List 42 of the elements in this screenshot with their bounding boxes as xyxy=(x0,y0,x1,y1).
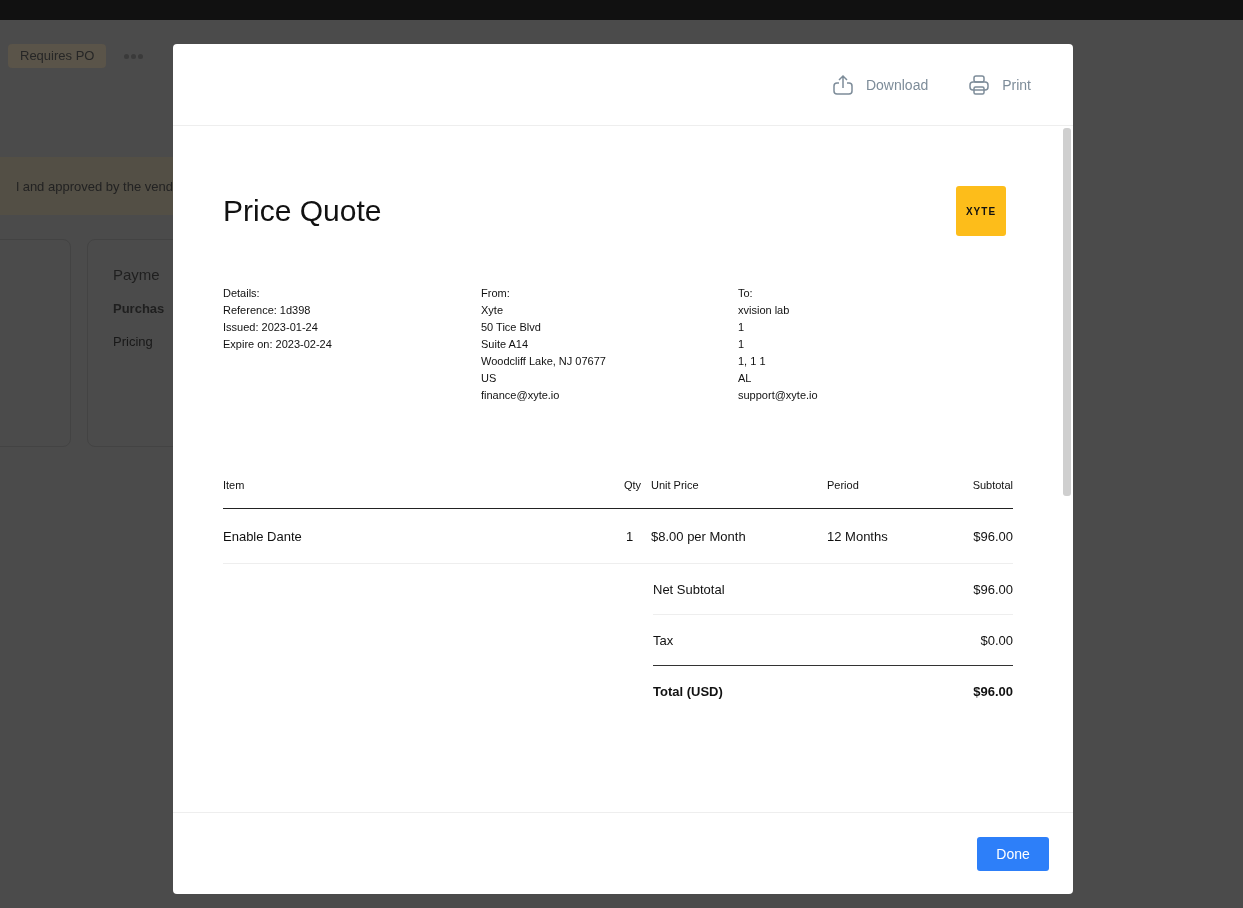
column-header: Period xyxy=(827,479,860,491)
print-button[interactable]: Print xyxy=(968,73,1031,96)
dialog-title: Price Quote xyxy=(223,194,382,228)
total-value: $96.00 xyxy=(973,683,1013,699)
upload-icon xyxy=(831,73,854,96)
column-header: Qty xyxy=(622,479,641,491)
table-cell-text: Enable Dante xyxy=(223,528,303,544)
address-line: xvision lab xyxy=(738,303,791,318)
address-line: 50 Tice Blvd xyxy=(481,320,542,335)
address-line: Expire on: 2023-02-24 xyxy=(223,337,333,352)
download-button[interactable]: Download xyxy=(831,73,929,96)
address-line: 1 xyxy=(738,337,746,352)
table-cell-text: 12 Months xyxy=(827,528,889,544)
total-value: $0.00 xyxy=(980,632,1013,648)
address-heading: Details: xyxy=(223,286,261,301)
address-heading: From: xyxy=(481,286,511,301)
address-line: 1, 1 1 xyxy=(738,354,767,369)
done-button[interactable]: Done xyxy=(977,836,1049,871)
total-label: Net Subtotal xyxy=(653,581,725,597)
address-line: finance@xyte.io xyxy=(481,388,561,403)
total-value: $96.00 xyxy=(973,581,1013,597)
logo: XYTE xyxy=(956,186,1006,236)
address-line: AL xyxy=(738,371,753,386)
column-header: Item xyxy=(223,479,246,491)
scrollbar-thumb[interactable] xyxy=(1063,128,1071,496)
table-cell-text: $96.00 xyxy=(972,528,1013,544)
total-label: Tax xyxy=(653,632,674,648)
table-cell-text: $8.00 per Month xyxy=(651,528,747,544)
column-header: Subtotal xyxy=(971,479,1013,491)
column-header: Unit Price xyxy=(651,479,700,491)
address-line: Woodcliff Lake, NJ 07677 xyxy=(481,354,607,369)
address-line: 1 xyxy=(738,320,746,335)
table-cell-text: 1 xyxy=(625,528,635,544)
address-line: Reference: 1d398 xyxy=(223,303,312,318)
address-line: Issued: 2023-01-24 xyxy=(223,320,319,335)
address-heading: To: xyxy=(738,286,754,301)
address-line: Suite A14 xyxy=(481,337,530,352)
total-label: Total (USD) xyxy=(653,683,723,699)
address-line: support@xyte.io xyxy=(738,388,819,403)
address-line: Xyte xyxy=(481,303,504,318)
printer-icon xyxy=(968,73,991,96)
address-line: US xyxy=(481,371,498,386)
